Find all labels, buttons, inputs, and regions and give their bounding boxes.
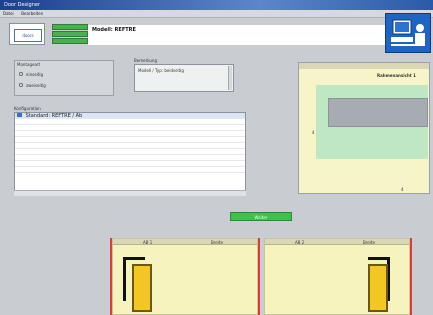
window-title: Door Designer [4,2,41,8]
list-label: Konfiguration [14,106,41,111]
card-1-label-left: AB 1 [143,240,153,245]
card-2-label-left: AB 2 [295,240,305,245]
green-field-3[interactable] [52,38,88,44]
remarks-scrollbar[interactable] [228,66,232,90]
door-card-1: AB 1 Breite [112,238,258,315]
option-single-label: einseitig [26,72,43,77]
card-1-label-right: Breite [211,240,223,245]
card-2-label-right: Breite [363,240,375,245]
card-2-edge [410,238,412,315]
frame-shape [328,98,428,127]
door-piece-2 [368,264,388,312]
door-card-2: AB 2 Breite [264,238,410,315]
remarks-label: Bemerkung [134,58,158,63]
remarks-field[interactable]: Modell / Typ: beidseitig [134,64,234,92]
preview-header [299,63,429,69]
app-logo: doors [9,23,45,45]
green-field-2[interactable] [52,31,88,37]
preview-dim-bottom: 4 [401,187,404,192]
computer-user-graphic [391,19,425,46]
card-1-header: AB 1 Breite [113,239,257,245]
mounting-group: Montageart einseitig zweiseitig [14,60,114,96]
computer-user-icon [385,13,431,53]
menu-item-edit[interactable]: Bearbeiten [18,10,46,18]
window-titlebar: Door Designer [0,0,433,10]
preview-title: Rahmenansicht 1 [377,73,416,78]
frame-preview: Rahmenansicht 1 4 4 [298,62,430,194]
option-double-label: zweiseitig [26,83,46,88]
remarks-value: Modell / Typ: beidseitig [138,68,184,73]
door-piece-1 [132,264,152,312]
continue-button[interactable]: Weiter [230,212,292,221]
logo-mark: doors [14,29,42,42]
card-2-header: AB 2 Breite [265,239,409,245]
green-field-1[interactable] [52,24,88,30]
radio-single[interactable] [19,72,23,76]
menu-item-file[interactable]: Datei [0,10,17,18]
radio-double[interactable] [19,83,23,87]
card-1-right-edge [258,238,260,315]
menu-bar: Datei Bearbeiten [0,10,433,18]
product-title: Modell: REFTRE [92,27,136,33]
config-list[interactable]: Standard: REFTRE / Ab [14,112,246,196]
list-horizontal-scrollbar[interactable] [14,190,246,196]
mounting-label: Montageart [17,62,41,67]
preview-dim-left: 4 [312,130,315,135]
